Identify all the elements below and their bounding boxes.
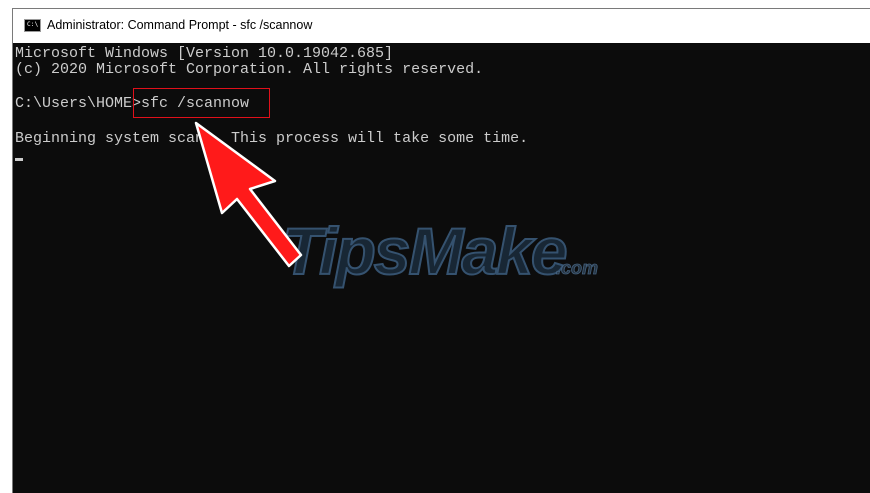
command-highlight-box — [133, 88, 270, 118]
window-title: Administrator: Command Prompt - sfc /sca… — [47, 18, 313, 32]
title-bar[interactable]: C:\ Administrator: Command Prompt - sfc … — [13, 9, 870, 43]
command-prompt-window: C:\ Administrator: Command Prompt - sfc … — [12, 8, 870, 493]
text-cursor — [15, 158, 23, 161]
console-prompt: C:\Users\HOME> — [15, 95, 142, 112]
command-prompt-icon: C:\ — [24, 19, 41, 32]
console-output-line: Beginning system scan. This process will… — [15, 130, 529, 147]
console-copyright-line: (c) 2020 Microsoft Corporation. All righ… — [15, 61, 484, 78]
console-version-line: Microsoft Windows [Version 10.0.19042.68… — [15, 45, 394, 62]
